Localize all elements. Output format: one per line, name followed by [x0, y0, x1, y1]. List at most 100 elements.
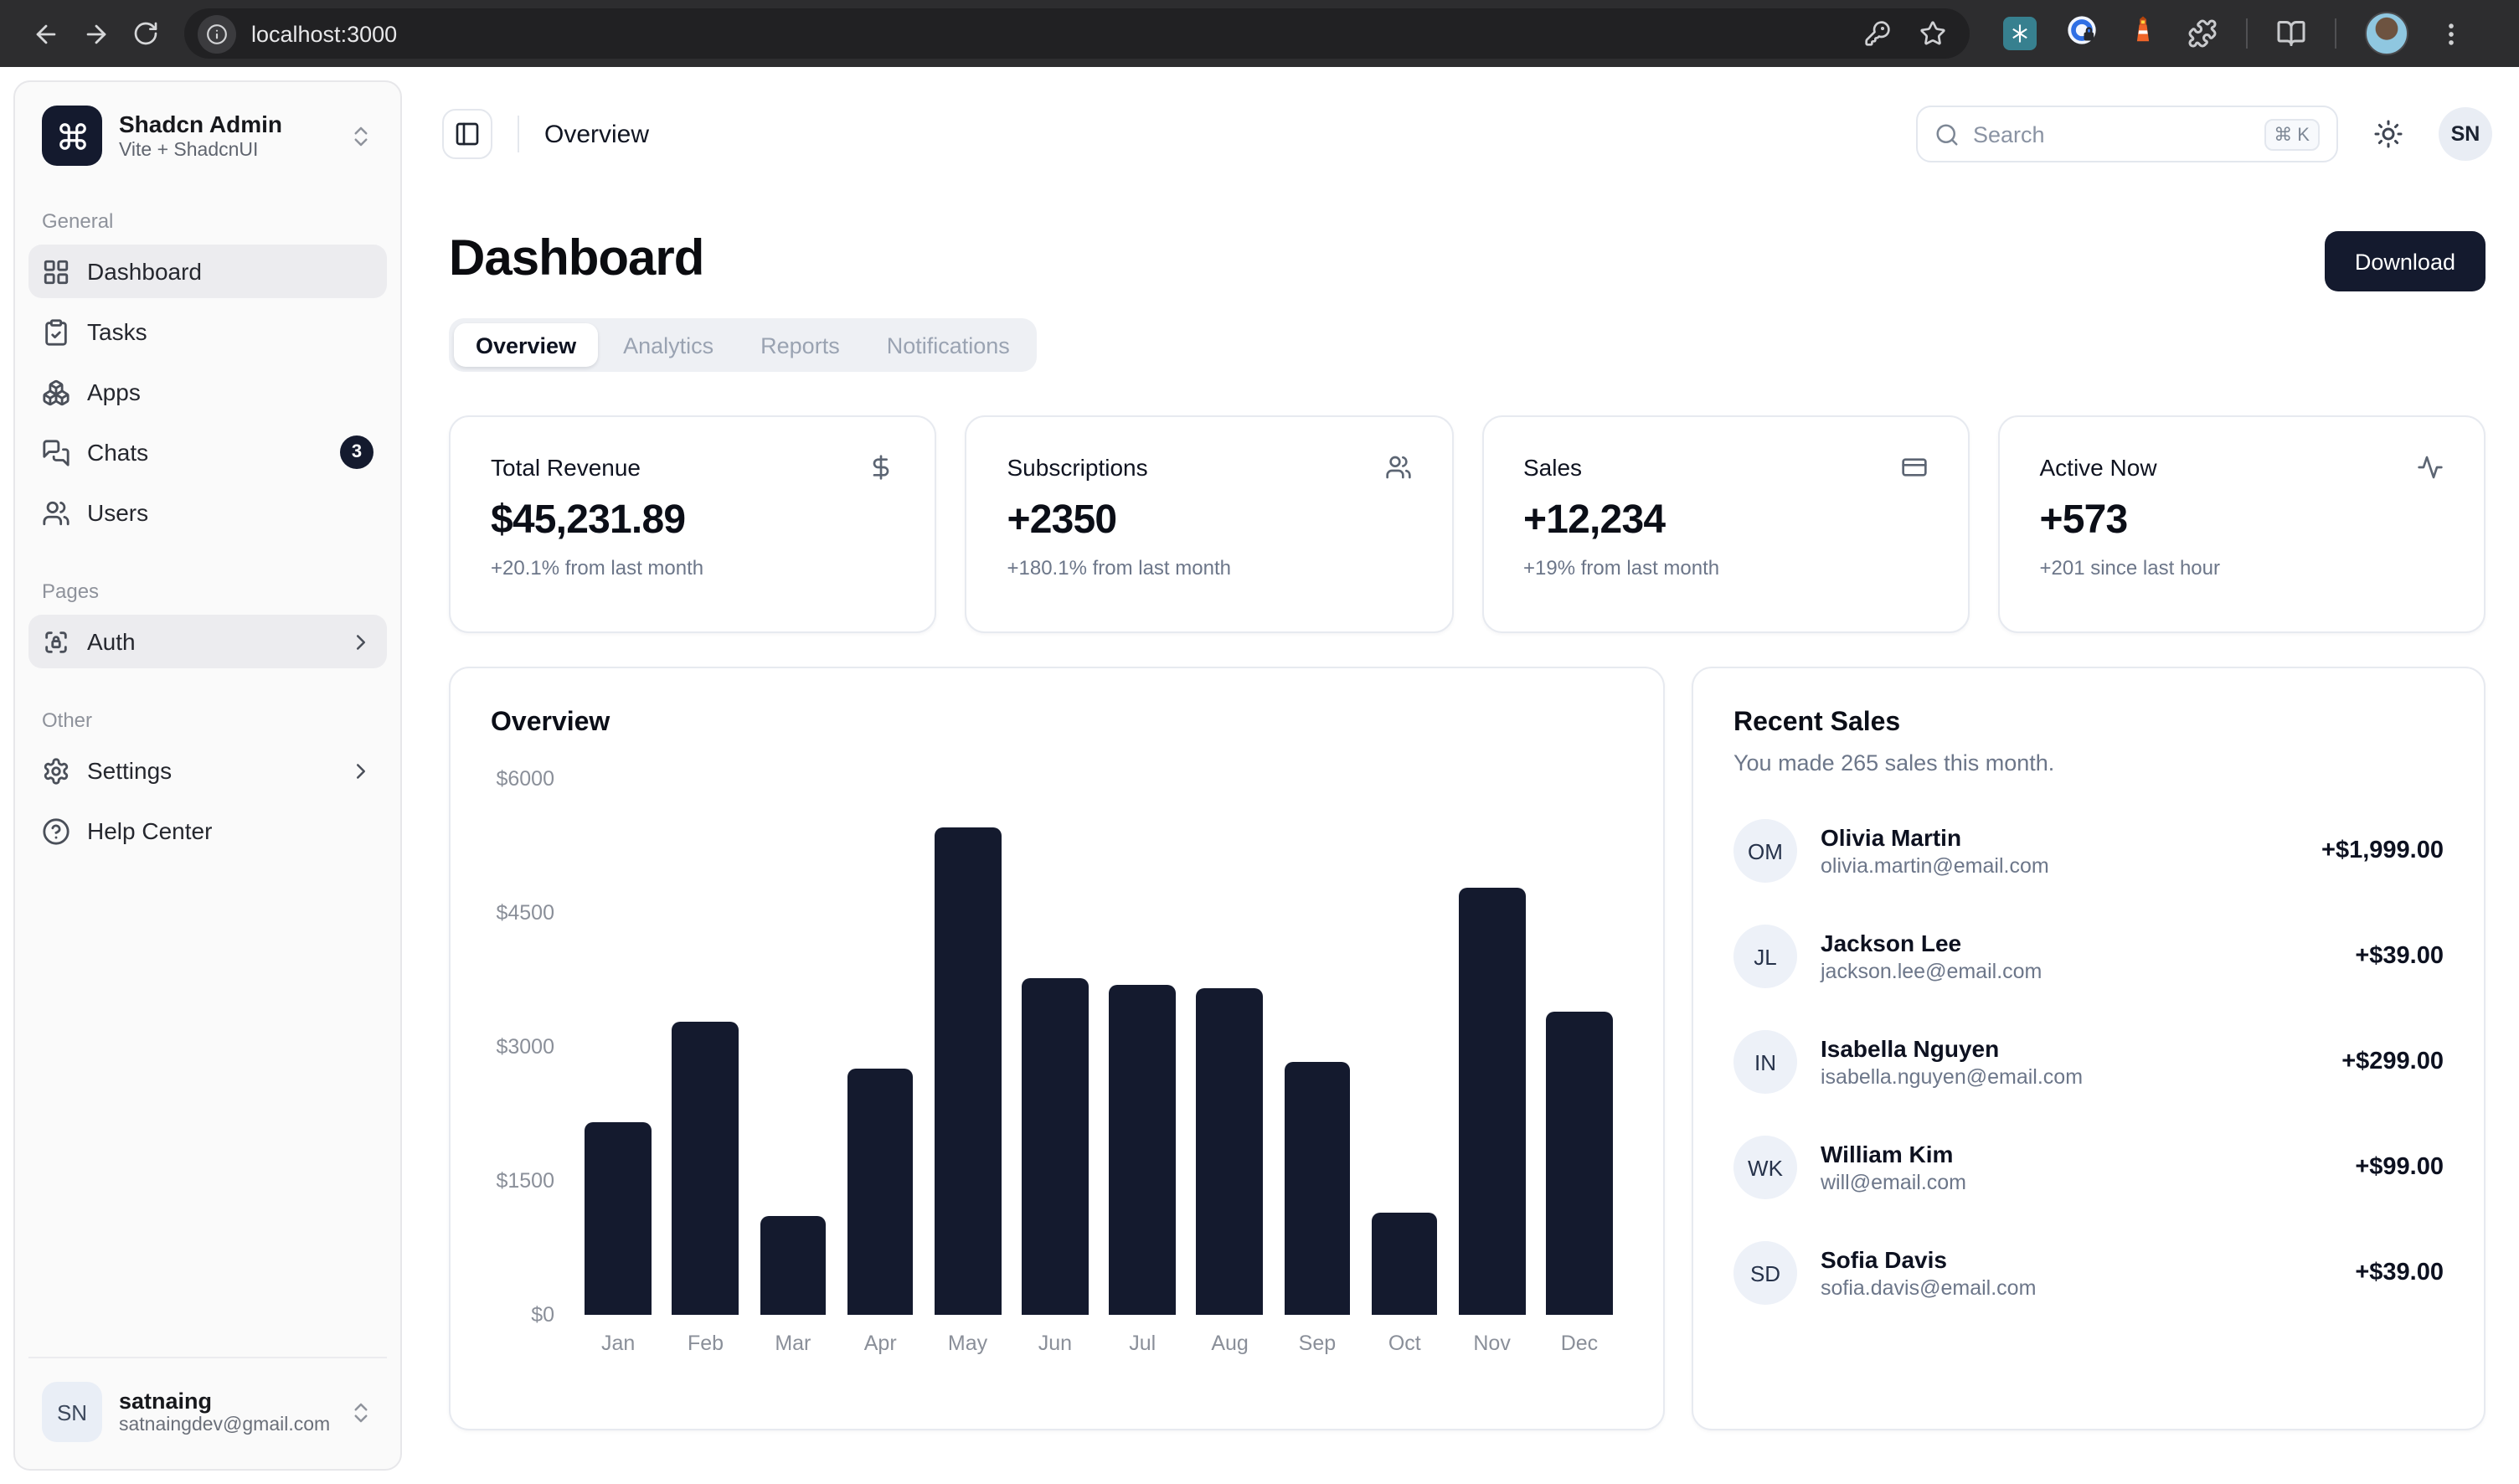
- theme-toggle-button[interactable]: [2362, 107, 2415, 161]
- stat-title: Sales: [1523, 454, 1582, 481]
- bar-chart-bars: [574, 779, 1623, 1315]
- chevron-right-icon: [348, 629, 373, 654]
- extensions-puzzle-icon[interactable]: [2187, 18, 2218, 49]
- recent-sales-subtitle: You made 265 sales this month.: [1733, 750, 2444, 775]
- user-avatar: SN: [42, 1382, 102, 1442]
- download-button[interactable]: Download: [2325, 231, 2486, 291]
- bar-slot: [1361, 779, 1448, 1315]
- dashboard-tabs: Overview Analytics Reports Notifications: [449, 318, 1037, 372]
- sidebar: Shadcn Admin Vite + ShadcnUI General Das…: [13, 80, 402, 1471]
- search-icon: [1934, 121, 1960, 147]
- site-info-icon[interactable]: [198, 14, 236, 53]
- sidebar-footer: SN satnaing satnaingdev@gmail.com: [28, 1357, 387, 1456]
- y-tick: $6000: [496, 767, 554, 791]
- bar-slot: [1274, 779, 1361, 1315]
- bar-mar: [760, 1217, 826, 1315]
- sale-email: isabella.nguyen@email.com: [1821, 1065, 2083, 1089]
- user-menu[interactable]: SN satnaing satnaingdev@gmail.com: [28, 1368, 387, 1456]
- search-input[interactable]: [1973, 121, 2250, 147]
- bar-slot: [750, 779, 837, 1315]
- x-tick-aug: Aug: [1186, 1332, 1273, 1355]
- toolbar-divider: [2246, 18, 2248, 49]
- bookmark-star-icon[interactable]: [1919, 20, 1946, 47]
- workspace-switcher[interactable]: Shadcn Admin Vite + ShadcnUI: [28, 95, 387, 176]
- tab-analytics[interactable]: Analytics: [601, 323, 735, 367]
- x-tick-feb: Feb: [662, 1332, 749, 1355]
- browser-reload-button[interactable]: [121, 8, 171, 59]
- browser-menu-button[interactable]: [2437, 19, 2465, 48]
- sidebar-item-dashboard[interactable]: Dashboard: [28, 245, 387, 298]
- stat-card-active-now: Active Now +573 +201 since last hour: [1998, 415, 2486, 633]
- list-item: WK William Kim will@email.com +$99.00: [1733, 1136, 2444, 1199]
- list-item: SD Sofia Davis sofia.davis@email.com +$3…: [1733, 1241, 2444, 1305]
- y-tick: $0: [531, 1303, 554, 1327]
- extension-1password-icon[interactable]: [2065, 13, 2099, 54]
- lighthouse-icon: [2127, 13, 2159, 45]
- tab-notifications[interactable]: Notifications: [865, 323, 1032, 367]
- bar-slot: [1536, 779, 1623, 1315]
- sidebar-item-settings[interactable]: Settings: [28, 744, 387, 797]
- overview-chart-card: Overview $6000$4500$3000$1500$0 JanFebMa…: [449, 667, 1665, 1430]
- tab-reports[interactable]: Reports: [739, 323, 862, 367]
- sidebar-item-help-center[interactable]: Help Center: [28, 804, 387, 858]
- stat-value: +573: [2040, 497, 2444, 544]
- browser-profile-avatar[interactable]: [2365, 12, 2408, 55]
- x-tick-oct: Oct: [1361, 1332, 1448, 1355]
- starburst-icon: [2008, 22, 2032, 45]
- sale-amount: +$39.00: [2355, 943, 2444, 970]
- sidebar-item-tasks[interactable]: Tasks: [28, 305, 387, 358]
- avatar: SD: [1733, 1241, 1797, 1305]
- bar-slot: [1186, 779, 1273, 1315]
- bar-slot: [1012, 779, 1099, 1315]
- x-tick-jan: Jan: [574, 1332, 662, 1355]
- bar-jul: [1110, 985, 1176, 1315]
- layout-grid-icon: [42, 257, 70, 286]
- stat-value: +2350: [1007, 497, 1412, 544]
- sale-name: Sofia Davis: [1821, 1246, 2036, 1273]
- x-tick-sep: Sep: [1274, 1332, 1361, 1355]
- page-content: Dashboard Download Overview Analytics Re…: [415, 181, 2519, 1484]
- reading-list-icon[interactable]: [2276, 18, 2306, 49]
- bar-slot: [924, 779, 1011, 1315]
- header-title: Overview: [544, 120, 649, 148]
- chevrons-up-down-icon: [348, 123, 373, 148]
- avatar: OM: [1733, 819, 1797, 883]
- sale-email: jackson.lee@email.com: [1821, 960, 2042, 983]
- sidebar-item-users[interactable]: Users: [28, 486, 387, 539]
- stat-card-total-revenue: Total Revenue $45,231.89 +20.1% from las…: [449, 415, 937, 633]
- page-title: Dashboard: [449, 231, 703, 288]
- bar-feb: [672, 1022, 739, 1315]
- sidebar-item-apps[interactable]: Apps: [28, 365, 387, 419]
- chart-title: Overview: [491, 709, 1623, 739]
- tab-overview[interactable]: Overview: [454, 323, 598, 367]
- x-tick-nov: Nov: [1448, 1332, 1535, 1355]
- password-key-icon[interactable]: [1864, 20, 1891, 47]
- sidebar-toggle-button[interactable]: [442, 109, 492, 159]
- dollar-sign-icon: [868, 454, 895, 481]
- sidebar-item-chats[interactable]: Chats 3: [28, 425, 387, 479]
- address-bar[interactable]: localhost:3000: [184, 8, 1970, 59]
- extension-teal-icon[interactable]: [2003, 17, 2037, 50]
- sidebar-item-auth[interactable]: Auth: [28, 615, 387, 668]
- stat-title: Total Revenue: [491, 454, 641, 481]
- sidebar-item-label: Apps: [87, 379, 141, 405]
- app-root: Shadcn Admin Vite + ShadcnUI General Das…: [0, 67, 2519, 1484]
- sale-name: William Kim: [1821, 1141, 1966, 1167]
- stat-title: Subscriptions: [1007, 454, 1148, 481]
- search-box[interactable]: ⌘ K: [1916, 106, 2338, 162]
- user-email: satnaingdev@gmail.com: [119, 1415, 330, 1435]
- section-label-other: Other: [42, 709, 373, 732]
- browser-back-button[interactable]: [20, 8, 70, 59]
- chats-unread-badge: 3: [340, 435, 373, 469]
- panel-left-icon: [454, 121, 481, 147]
- command-icon: [56, 120, 88, 152]
- gear-icon: [42, 756, 70, 785]
- profile-avatar[interactable]: SN: [2439, 107, 2492, 161]
- browser-forward-button[interactable]: [70, 8, 121, 59]
- bar-slot: [1448, 779, 1535, 1315]
- browser-toolbar: localhost:3000: [0, 0, 2519, 67]
- info-icon: [206, 23, 228, 44]
- users-icon: [42, 498, 70, 527]
- bar-slot: [837, 779, 924, 1315]
- extension-lighthouse-icon[interactable]: [2127, 13, 2159, 54]
